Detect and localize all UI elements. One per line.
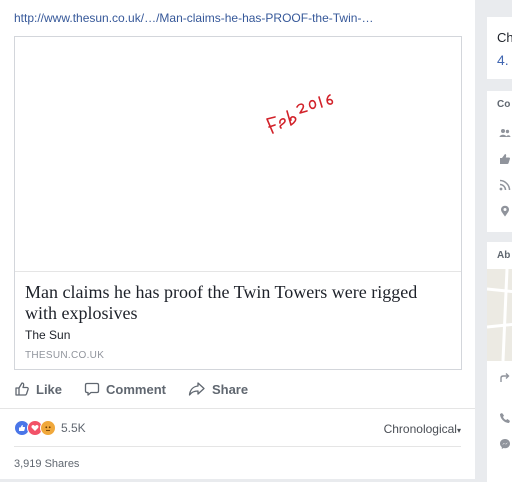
share-label: Share xyxy=(211,381,249,397)
sidebar-about-heading: Ab xyxy=(497,250,511,261)
handwritten-annotation xyxy=(266,94,334,134)
like-button[interactable]: Like xyxy=(14,381,62,397)
post-actions: Like Comment Share xyxy=(14,378,270,400)
share-count[interactable]: 3,919 Shares xyxy=(14,458,79,470)
reaction-count: 5.5K xyxy=(61,421,86,435)
sidebar-card-value: 4. xyxy=(497,52,509,68)
thumbs-up-icon xyxy=(15,382,29,396)
sidebar-community-heading: Co xyxy=(497,99,511,110)
comment-order-dropdown[interactable]: Chronological▾ xyxy=(384,422,461,436)
article-domain: THESUN.CO.UK xyxy=(25,350,105,361)
location-pin-icon xyxy=(501,205,509,217)
comment-order-label: Chronological xyxy=(383,422,457,436)
directions-arrow-icon xyxy=(500,373,510,382)
comment-label: Comment xyxy=(106,381,166,397)
preview-image xyxy=(15,37,461,272)
like-label: Like xyxy=(36,381,63,397)
angry-reaction-icon xyxy=(40,420,56,436)
location-map[interactable] xyxy=(487,268,512,362)
link-preview-card[interactable]: Man claims he has proof the Twin Towers … xyxy=(14,36,462,370)
comment-bubble-icon xyxy=(84,382,100,396)
sidebar-card-community: Co xyxy=(487,91,512,232)
sidebar-card-title: Ch xyxy=(497,30,512,45)
messenger-icon xyxy=(500,439,510,449)
sidebar-card-top: Ch 4. xyxy=(487,17,512,79)
map-roads xyxy=(487,268,512,362)
reactions-summary[interactable]: 5.5K xyxy=(14,420,86,436)
share-arrow-icon xyxy=(188,382,205,396)
people-icon xyxy=(499,129,511,137)
article-title[interactable]: Man claims he has proof the Twin Towers … xyxy=(25,282,445,324)
shares-divider xyxy=(14,446,461,447)
feed-post: http://www.thesun.co.uk/…/Man-claims-he-… xyxy=(0,0,475,479)
article-source: The Sun xyxy=(25,328,71,342)
share-button[interactable]: Share xyxy=(188,381,248,397)
comment-button[interactable]: Comment xyxy=(84,381,166,397)
actions-divider xyxy=(0,408,475,409)
like-icon xyxy=(500,154,510,164)
sidebar-card-about: Ab xyxy=(487,242,512,482)
rss-icon xyxy=(499,179,511,191)
caret-down-icon: ▾ xyxy=(456,426,461,435)
phone-icon xyxy=(500,413,510,423)
shared-url-link[interactable]: http://www.thesun.co.uk/…/Man-claims-he-… xyxy=(14,11,373,25)
